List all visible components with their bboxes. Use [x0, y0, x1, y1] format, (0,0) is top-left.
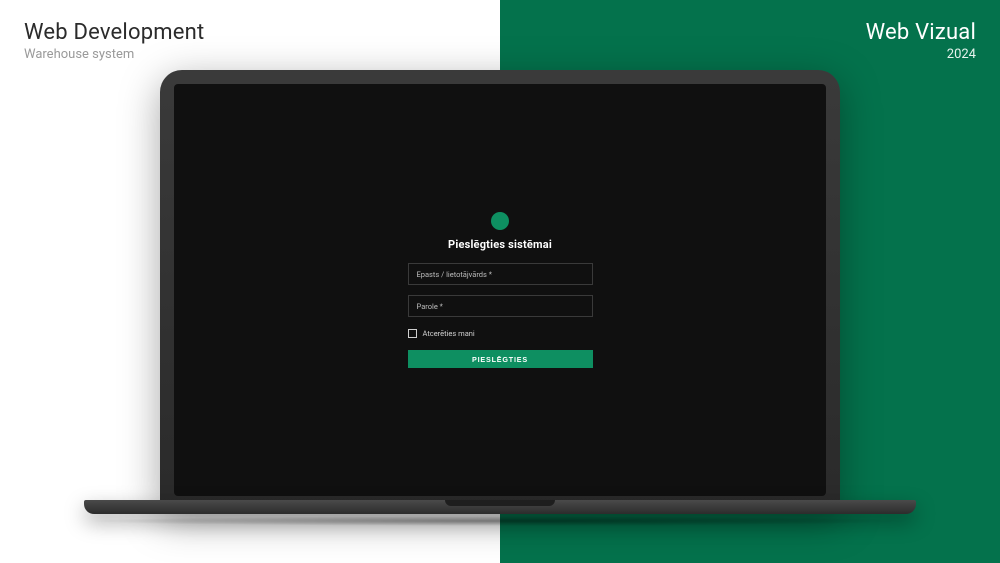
remember-me[interactable]: Atcerēties mani — [408, 329, 593, 338]
header-brand: Web Vizual — [866, 20, 976, 45]
login-form: Pieslēgties sistēmai Epasts / lietotājvā… — [408, 212, 593, 368]
remember-label: Atcerēties mani — [423, 329, 475, 338]
laptop-base-slab — [84, 500, 916, 514]
header-year: 2024 — [866, 47, 976, 62]
laptop-shadow — [84, 516, 916, 526]
submit-button[interactable]: PIESLĒGTIES — [408, 350, 593, 368]
laptop-base — [84, 500, 916, 524]
laptop-lid: Pieslēgties sistēmai Epasts / lietotājvā… — [160, 70, 840, 510]
password-placeholder: Parole * — [417, 302, 443, 311]
checkbox-icon[interactable] — [408, 329, 417, 338]
submit-label: PIESLĒGTIES — [472, 355, 528, 364]
username-field[interactable]: Epasts / lietotājvārds * — [408, 263, 593, 285]
password-field[interactable]: Parole * — [408, 295, 593, 317]
laptop-screen: Pieslēgties sistēmai Epasts / lietotājvā… — [174, 84, 826, 496]
header-project-name: Warehouse system — [24, 47, 204, 62]
username-placeholder: Epasts / lietotājvārds * — [417, 270, 493, 279]
header-category: Web Development — [24, 20, 204, 45]
laptop-notch — [445, 500, 555, 506]
logo-icon — [491, 212, 509, 230]
slide-header: Web Development Warehouse system Web Viz… — [24, 20, 976, 62]
presentation-slide: Web Development Warehouse system Web Viz… — [0, 0, 1000, 563]
laptop-mockup: Pieslēgties sistēmai Epasts / lietotājvā… — [160, 70, 840, 510]
login-heading: Pieslēgties sistēmai — [448, 238, 552, 251]
header-left: Web Development Warehouse system — [24, 20, 204, 62]
header-right: Web Vizual 2024 — [866, 20, 976, 62]
